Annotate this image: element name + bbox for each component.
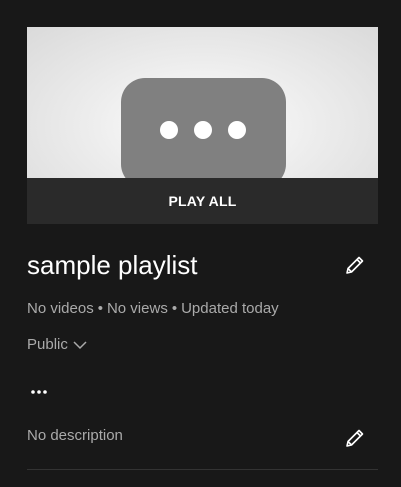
pencil-icon — [346, 256, 364, 274]
playlist-stats: No videos • No views • Updated today — [27, 300, 279, 318]
privacy-dropdown[interactable]: Public — [27, 336, 87, 354]
divider — [27, 469, 378, 470]
edit-title-button[interactable] — [342, 252, 368, 278]
playlist-title: sample playlist — [27, 250, 198, 280]
privacy-value: Public — [27, 336, 68, 353]
more-options-button[interactable] — [27, 380, 55, 404]
play-all-label: PLAY ALL — [168, 193, 237, 209]
more-horizontal-placeholder-icon — [121, 78, 286, 188]
pencil-icon — [346, 429, 364, 447]
stats-separator: • — [97, 300, 103, 317]
view-count: No views — [106, 300, 168, 317]
play-all-button[interactable]: PLAY ALL — [27, 178, 378, 224]
stats-separator: • — [171, 300, 178, 317]
chevron-down-icon — [73, 341, 87, 350]
playlist-panel: PLAY ALL sample playlist No videos • No vi… — [0, 0, 401, 487]
playlist-thumbnail[interactable]: PLAY ALL — [27, 27, 378, 224]
updated-text: Updated today — [181, 300, 279, 317]
video-count: No videos — [27, 300, 94, 317]
more-horizontal-icon — [31, 390, 47, 394]
edit-description-button[interactable] — [342, 425, 368, 451]
playlist-description: No description — [27, 427, 123, 444]
